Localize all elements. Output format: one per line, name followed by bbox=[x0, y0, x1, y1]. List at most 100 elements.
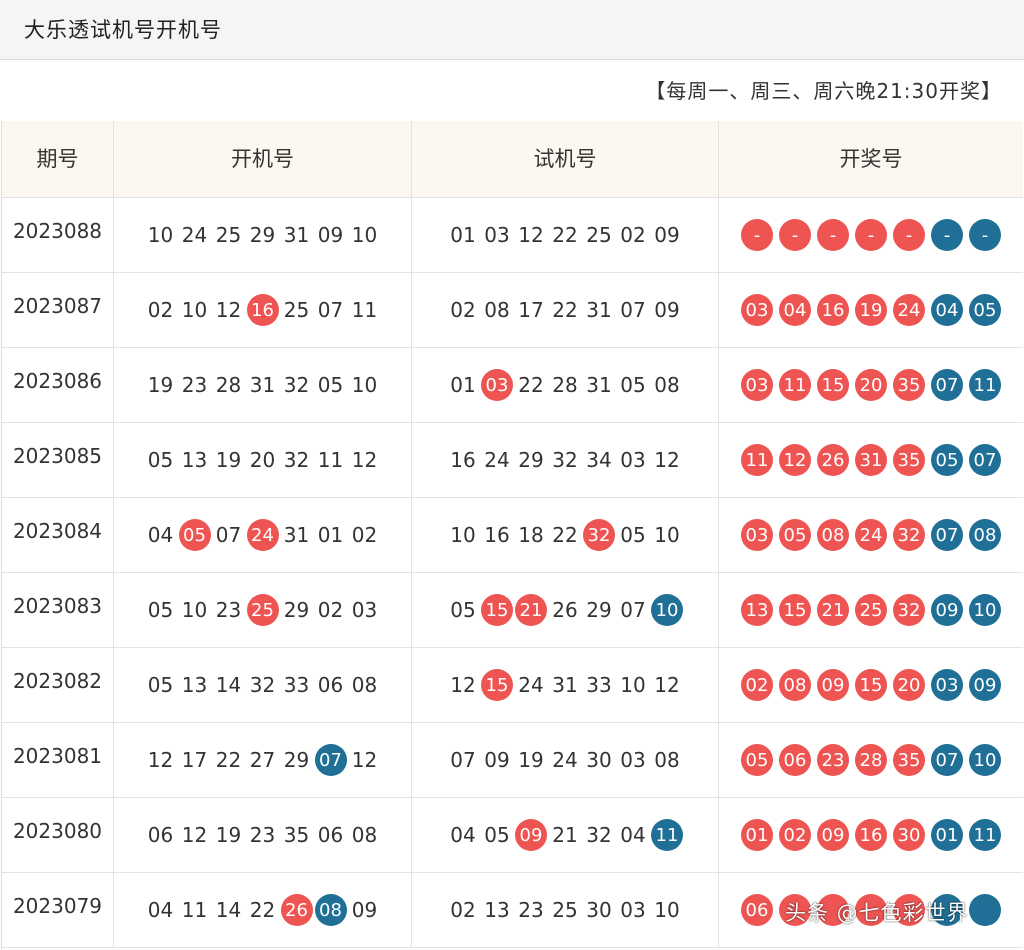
red-ball: 01 bbox=[741, 819, 773, 851]
open-numbers-cell-list: 06 12 19 23 35 06 08 bbox=[144, 823, 382, 847]
red-ball: 05 bbox=[741, 744, 773, 776]
red-ball: 35 bbox=[893, 369, 925, 401]
number: 02 bbox=[317, 598, 344, 622]
red-ball: - bbox=[741, 219, 773, 251]
issue-cell: 2023079 bbox=[2, 873, 114, 947]
number: 10 bbox=[181, 598, 208, 622]
red-ball: 11 bbox=[779, 369, 811, 401]
blue-ball: 10 bbox=[651, 594, 683, 626]
number: 17 bbox=[181, 748, 208, 772]
blue-ball: 07 bbox=[931, 369, 963, 401]
draw-numbers-cell-list: ------- bbox=[738, 219, 1004, 251]
blue-ball: 07 bbox=[969, 444, 1001, 476]
number: 12 bbox=[450, 673, 476, 697]
blue-ball: 11 bbox=[651, 819, 683, 851]
red-ball: 05 bbox=[178, 519, 211, 551]
number: 12 bbox=[147, 748, 174, 772]
issue-cell: 2023083 bbox=[2, 573, 114, 647]
open-numbers-cell: 06 12 19 23 35 06 08 bbox=[114, 798, 412, 872]
number: 20 bbox=[249, 448, 276, 472]
issue-cell: 2023087 bbox=[2, 273, 114, 347]
number: 34 bbox=[586, 448, 612, 472]
trial-numbers-cell-list: 12 15 24 31 33 10 12 bbox=[446, 669, 684, 701]
draw-numbers-cell-list: 01 02 09 16 30 01 11 bbox=[738, 819, 1004, 851]
number: 28 bbox=[552, 373, 578, 397]
number: 12 bbox=[181, 823, 208, 847]
number: 01 bbox=[450, 223, 476, 247]
number: 12 bbox=[518, 223, 544, 247]
number: 10 bbox=[181, 298, 208, 322]
red-ball: 31 bbox=[855, 444, 887, 476]
issue-cell: 2023082 bbox=[2, 648, 114, 722]
red-ball: 20 bbox=[893, 669, 925, 701]
number: 09 bbox=[317, 223, 344, 247]
draw-schedule-note: 【每周一、周三、周六晚21:30开奖】 bbox=[645, 79, 1002, 103]
draw-numbers-cell: 03 11 15 20 35 07 11 bbox=[719, 348, 1023, 422]
number: 07 bbox=[317, 298, 344, 322]
open-numbers-cell: 02 10 12 16 25 07 11 bbox=[114, 273, 412, 347]
trial-numbers-cell-list: 01 03 12 22 25 02 09 bbox=[446, 223, 684, 247]
number: 10 bbox=[351, 373, 378, 397]
table-row: 2023080 06 12 19 23 35 06 08 04 05 09 21 32 04 11 01 02 0… bbox=[2, 798, 1023, 873]
open-numbers-cell: 12 17 22 27 29 07 12 bbox=[114, 723, 412, 797]
red-ball: 16 bbox=[855, 819, 887, 851]
red-ball: 12 bbox=[779, 444, 811, 476]
trial-numbers-cell-list: 05 15 21 26 29 07 10 bbox=[446, 594, 684, 626]
number: 19 bbox=[215, 448, 242, 472]
trial-numbers-cell: 16 24 29 32 34 03 12 bbox=[412, 423, 719, 497]
draw-numbers-cell-list: 03 04 16 19 24 04 05 bbox=[738, 294, 1004, 326]
number: 10 bbox=[654, 523, 680, 547]
draw-numbers-cell: 05 06 23 28 35 07 10 bbox=[719, 723, 1023, 797]
number: 33 bbox=[586, 673, 612, 697]
red-ball: 09 bbox=[515, 819, 547, 851]
red-ball: 21 bbox=[817, 594, 849, 626]
number: 08 bbox=[484, 298, 510, 322]
blue-ball: 05 bbox=[931, 444, 963, 476]
number: 31 bbox=[552, 673, 578, 697]
issue-number: 2023085 bbox=[12, 444, 103, 468]
red-ball: - bbox=[893, 219, 925, 251]
table-row: 2023087 02 10 12 16 25 07 11 02 08 17 22 31 07 09 03 04 1… bbox=[2, 273, 1023, 348]
issue-cell: 2023084 bbox=[2, 498, 114, 572]
red-ball: - bbox=[817, 219, 849, 251]
issue-cell: 2023081 bbox=[2, 723, 114, 797]
number: 17 bbox=[518, 298, 544, 322]
open-numbers-cell-list: 10 24 25 29 31 09 10 bbox=[144, 223, 382, 247]
red-ball: 09 bbox=[817, 819, 849, 851]
blue-ball: 01 bbox=[931, 819, 963, 851]
number: 07 bbox=[620, 598, 646, 622]
blue-ball: 05 bbox=[969, 294, 1001, 326]
red-ball: 08 bbox=[817, 519, 849, 551]
number: 09 bbox=[654, 298, 680, 322]
red-ball: 26 bbox=[817, 444, 849, 476]
red-ball: - bbox=[855, 219, 887, 251]
column-header-open-numbers: 开机号 bbox=[114, 121, 412, 197]
number: 10 bbox=[351, 223, 378, 247]
number: 12 bbox=[215, 298, 242, 322]
number: 18 bbox=[518, 523, 544, 547]
number: 21 bbox=[552, 823, 578, 847]
column-header-issue: 期号 bbox=[2, 121, 114, 197]
table-row: 2023086 19 23 28 31 32 05 10 01 03 22 28 31 05 08 03 11 1… bbox=[2, 348, 1023, 423]
number: 03 bbox=[351, 598, 378, 622]
number: 03 bbox=[484, 223, 510, 247]
red-ball: 03 bbox=[481, 369, 513, 401]
red-ball: 03 bbox=[741, 369, 773, 401]
number: 31 bbox=[249, 373, 276, 397]
issue-number: 2023082 bbox=[12, 669, 103, 693]
number: 24 bbox=[181, 223, 208, 247]
number: 25 bbox=[586, 223, 612, 247]
trial-numbers-cell-list: 10 16 18 22 32 05 10 bbox=[446, 519, 684, 551]
number: 13 bbox=[181, 673, 208, 697]
column-header-trial-numbers: 试机号 bbox=[412, 121, 719, 197]
number: 32 bbox=[249, 673, 276, 697]
red-ball: 15 bbox=[481, 594, 513, 626]
blue-ball: - bbox=[931, 219, 963, 251]
red-ball: 24 bbox=[893, 294, 925, 326]
number: 05 bbox=[450, 598, 476, 622]
issue-number: 2023081 bbox=[12, 744, 103, 768]
open-numbers-cell: 04 11 14 22 26 08 09 bbox=[114, 873, 412, 947]
issue-number: 2023079 bbox=[12, 894, 103, 918]
red-ball: 24 bbox=[246, 519, 279, 551]
page-title: 大乐透试机号开机号 bbox=[24, 18, 222, 42]
